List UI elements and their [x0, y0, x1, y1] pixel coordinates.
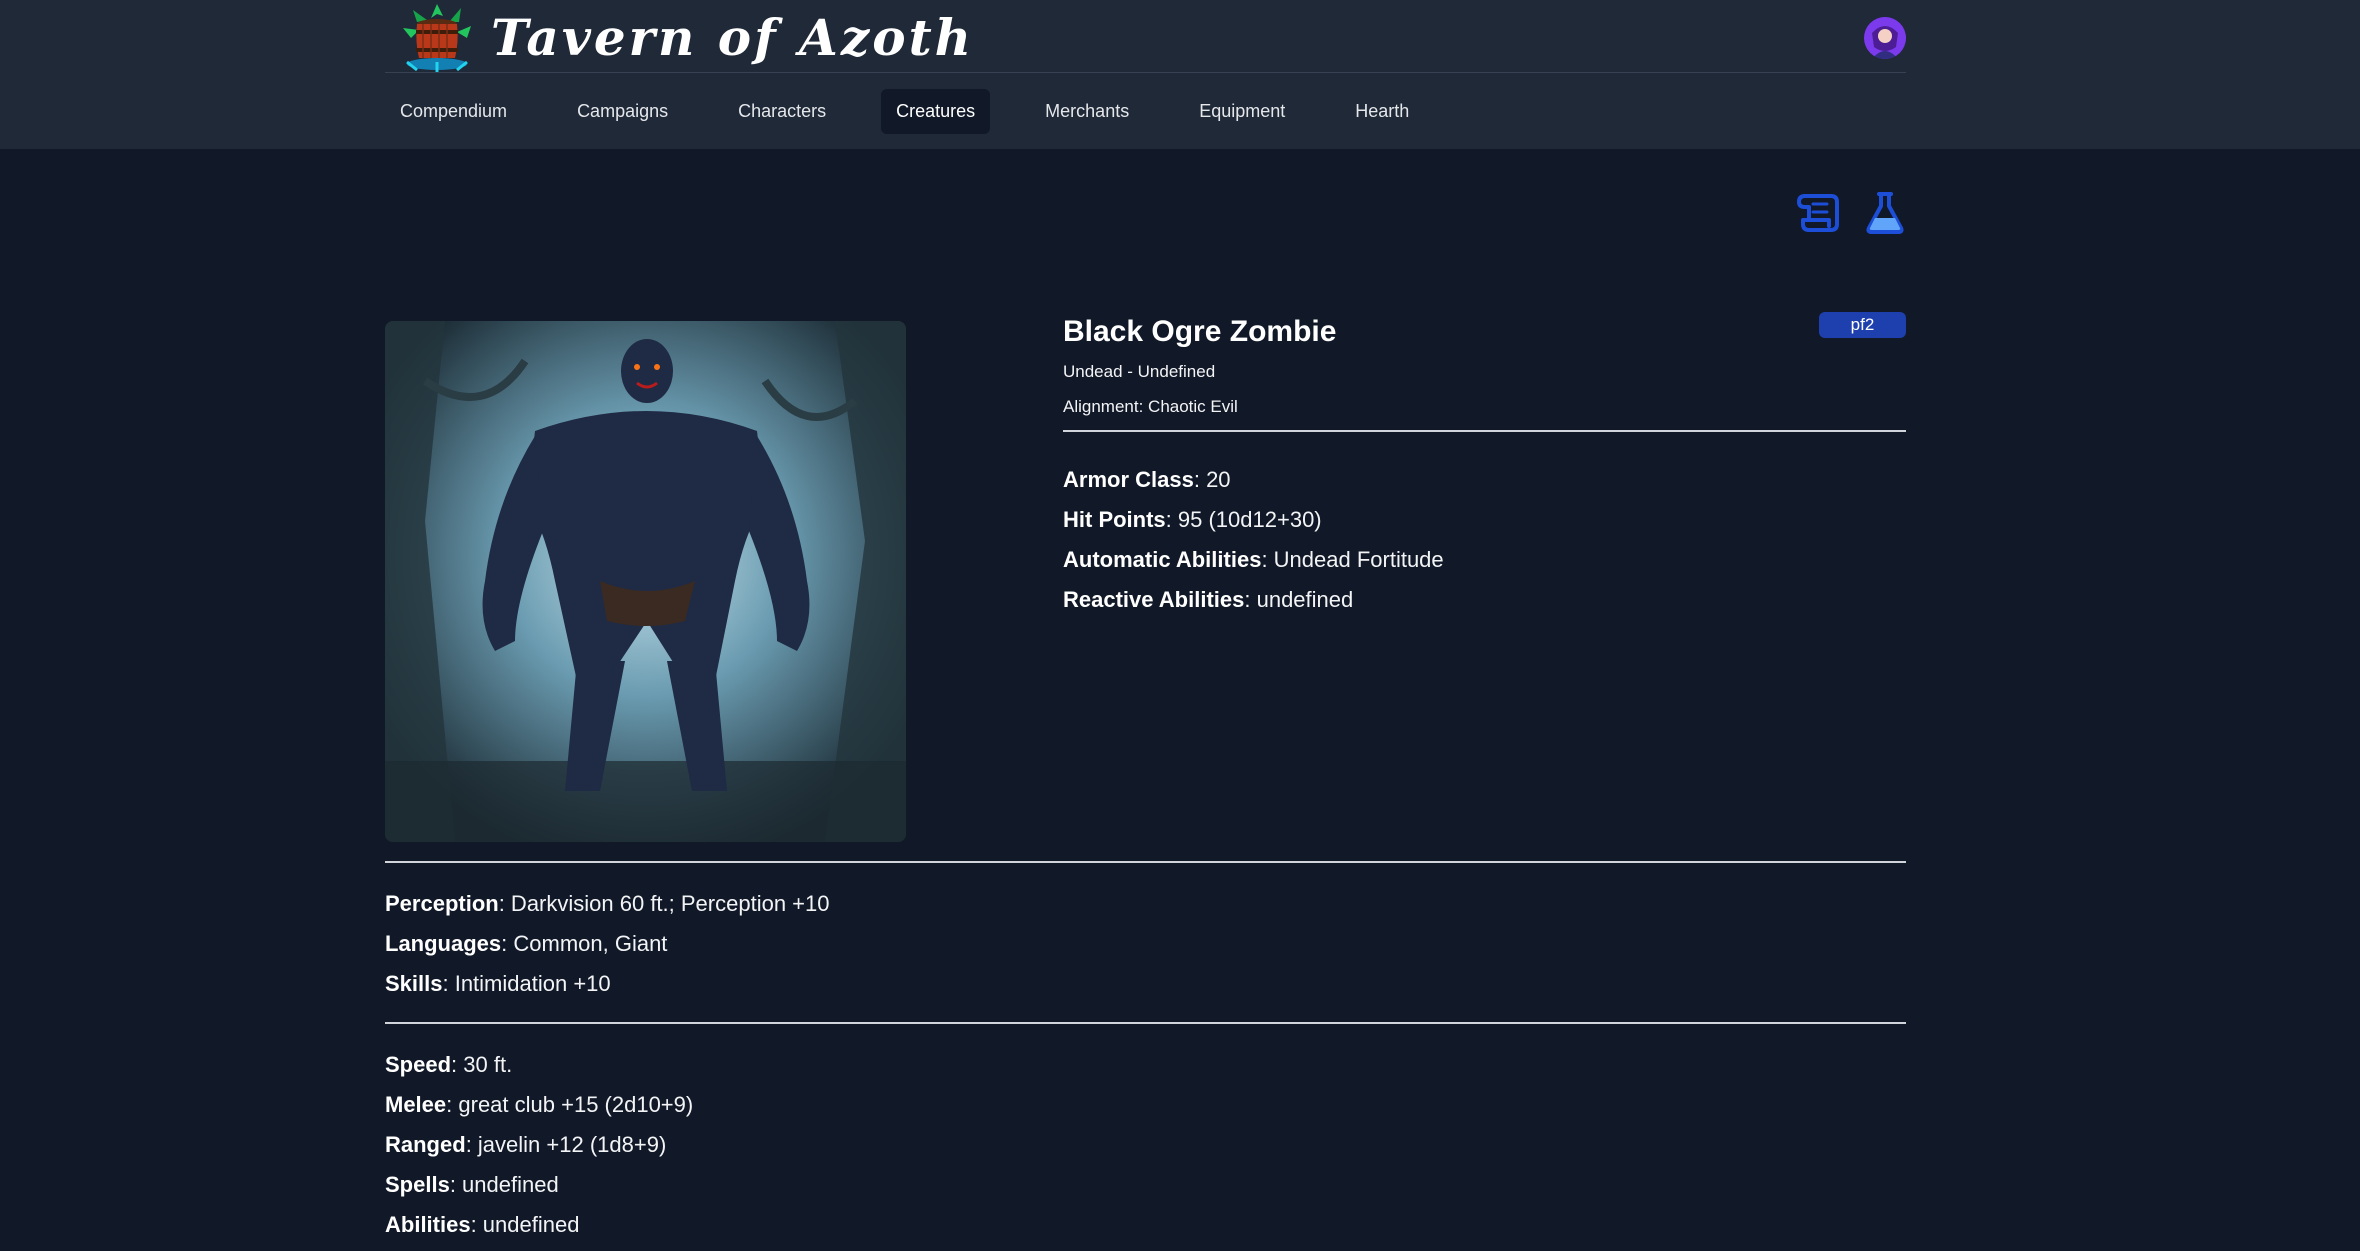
- creature-portrait-image: [385, 321, 906, 842]
- stat-value: : 95 (10d12+30): [1165, 507, 1322, 532]
- app-header: Tavern of Azoth Compendium Campaigns Cha…: [0, 0, 2360, 149]
- stat-automatic-abilities: Automatic Abilities: Undead Fortitude: [1063, 540, 1906, 580]
- nav-item-campaigns[interactable]: Campaigns: [562, 89, 683, 134]
- stat-languages: Languages: Common, Giant: [385, 924, 1906, 964]
- info-divider: [1063, 430, 1906, 432]
- stat-value: : Darkvision 60 ft.; Perception +10: [498, 891, 830, 916]
- stat-value: : 30 ft.: [451, 1052, 513, 1077]
- stat-spells: Spells: undefined: [385, 1165, 1906, 1205]
- main-nav: Compendium Campaigns Characters Creature…: [385, 89, 1424, 134]
- stat-label: Armor Class: [1063, 467, 1194, 492]
- stat-label: Reactive Abilities: [1063, 587, 1245, 612]
- stat-value: : 20: [1193, 467, 1231, 492]
- nav-item-compendium[interactable]: Compendium: [385, 89, 522, 134]
- creature-alignment: Alignment: Chaotic Evil: [1063, 397, 1238, 416]
- brand[interactable]: Tavern of Azoth: [393, 0, 974, 74]
- stat-label: Languages: [385, 931, 502, 956]
- stat-speed: Speed: 30 ft.: [385, 1045, 1906, 1085]
- stat-value: : Common, Giant: [501, 931, 668, 956]
- stat-skills: Skills: Intimidation +10: [385, 964, 1906, 1004]
- stat-label: Automatic Abilities: [1063, 547, 1262, 572]
- stat-value: : javelin +12 (1d8+9): [465, 1132, 667, 1157]
- senses-section: Perception: Darkvision 60 ft.; Perceptio…: [385, 861, 1906, 1004]
- app-title: Tavern of Azoth: [491, 7, 975, 67]
- nav-item-merchants[interactable]: Merchants: [1030, 89, 1144, 134]
- creature-info: Black Ogre Zombie pf2 Undead - Undefined…: [1063, 310, 1906, 620]
- combat-section: Speed: 30 ft. Melee: great club +15 (2d1…: [385, 1022, 1906, 1245]
- creature-portrait: [385, 321, 906, 842]
- stat-abilities: Abilities: undefined: [385, 1205, 1906, 1245]
- stat-label: Speed: [385, 1052, 452, 1077]
- stat-value: : Intimidation +10: [442, 971, 611, 996]
- creature-toolbar: [1795, 190, 1909, 234]
- stat-reactive-abilities: Reactive Abilities: undefined: [1063, 580, 1906, 620]
- header-inner: Tavern of Azoth Compendium Campaigns Cha…: [385, 0, 1906, 149]
- stat-hit-points: Hit Points: 95 (10d12+30): [1063, 500, 1906, 540]
- tavern-barrel-logo-icon: [403, 4, 471, 72]
- stat-melee: Melee: great club +15 (2d10+9): [385, 1085, 1906, 1125]
- stat-label: Abilities: [385, 1212, 471, 1237]
- stat-label: Perception: [385, 891, 499, 916]
- user-avatar-icon: [1864, 17, 1906, 59]
- stat-ranged: Ranged: javelin +12 (1d8+9): [385, 1125, 1906, 1165]
- nav-item-hearth[interactable]: Hearth: [1340, 89, 1424, 134]
- flask-icon[interactable]: [1861, 190, 1909, 234]
- system-badge: pf2: [1819, 312, 1906, 338]
- primary-stats: Armor Class: 20 Hit Points: 95 (10d12+30…: [1063, 460, 1906, 620]
- scroll-icon[interactable]: [1795, 190, 1843, 234]
- nav-item-creatures[interactable]: Creatures: [881, 89, 991, 134]
- nav-item-equipment[interactable]: Equipment: [1184, 89, 1300, 134]
- stat-value: : Undead Fortitude: [1261, 547, 1444, 572]
- user-avatar[interactable]: [1864, 17, 1906, 59]
- stat-label: Skills: [385, 971, 443, 996]
- stat-value: : undefined: [470, 1212, 580, 1237]
- stat-label: Spells: [385, 1172, 450, 1197]
- stat-value: : undefined: [1244, 587, 1354, 612]
- creature-name: Black Ogre Zombie: [1063, 315, 1337, 348]
- header-divider: [385, 72, 1906, 73]
- stat-label: Hit Points: [1063, 507, 1166, 532]
- stat-value: : undefined: [449, 1172, 559, 1197]
- nav-item-characters[interactable]: Characters: [723, 89, 841, 134]
- stat-value: : great club +15 (2d10+9): [446, 1092, 694, 1117]
- stat-perception: Perception: Darkvision 60 ft.; Perceptio…: [385, 884, 1906, 924]
- stat-armor-class: Armor Class: 20: [1063, 460, 1906, 500]
- creature-type: Undead - Undefined: [1063, 362, 1216, 381]
- stat-label: Ranged: [385, 1132, 466, 1157]
- stat-label: Melee: [385, 1092, 447, 1117]
